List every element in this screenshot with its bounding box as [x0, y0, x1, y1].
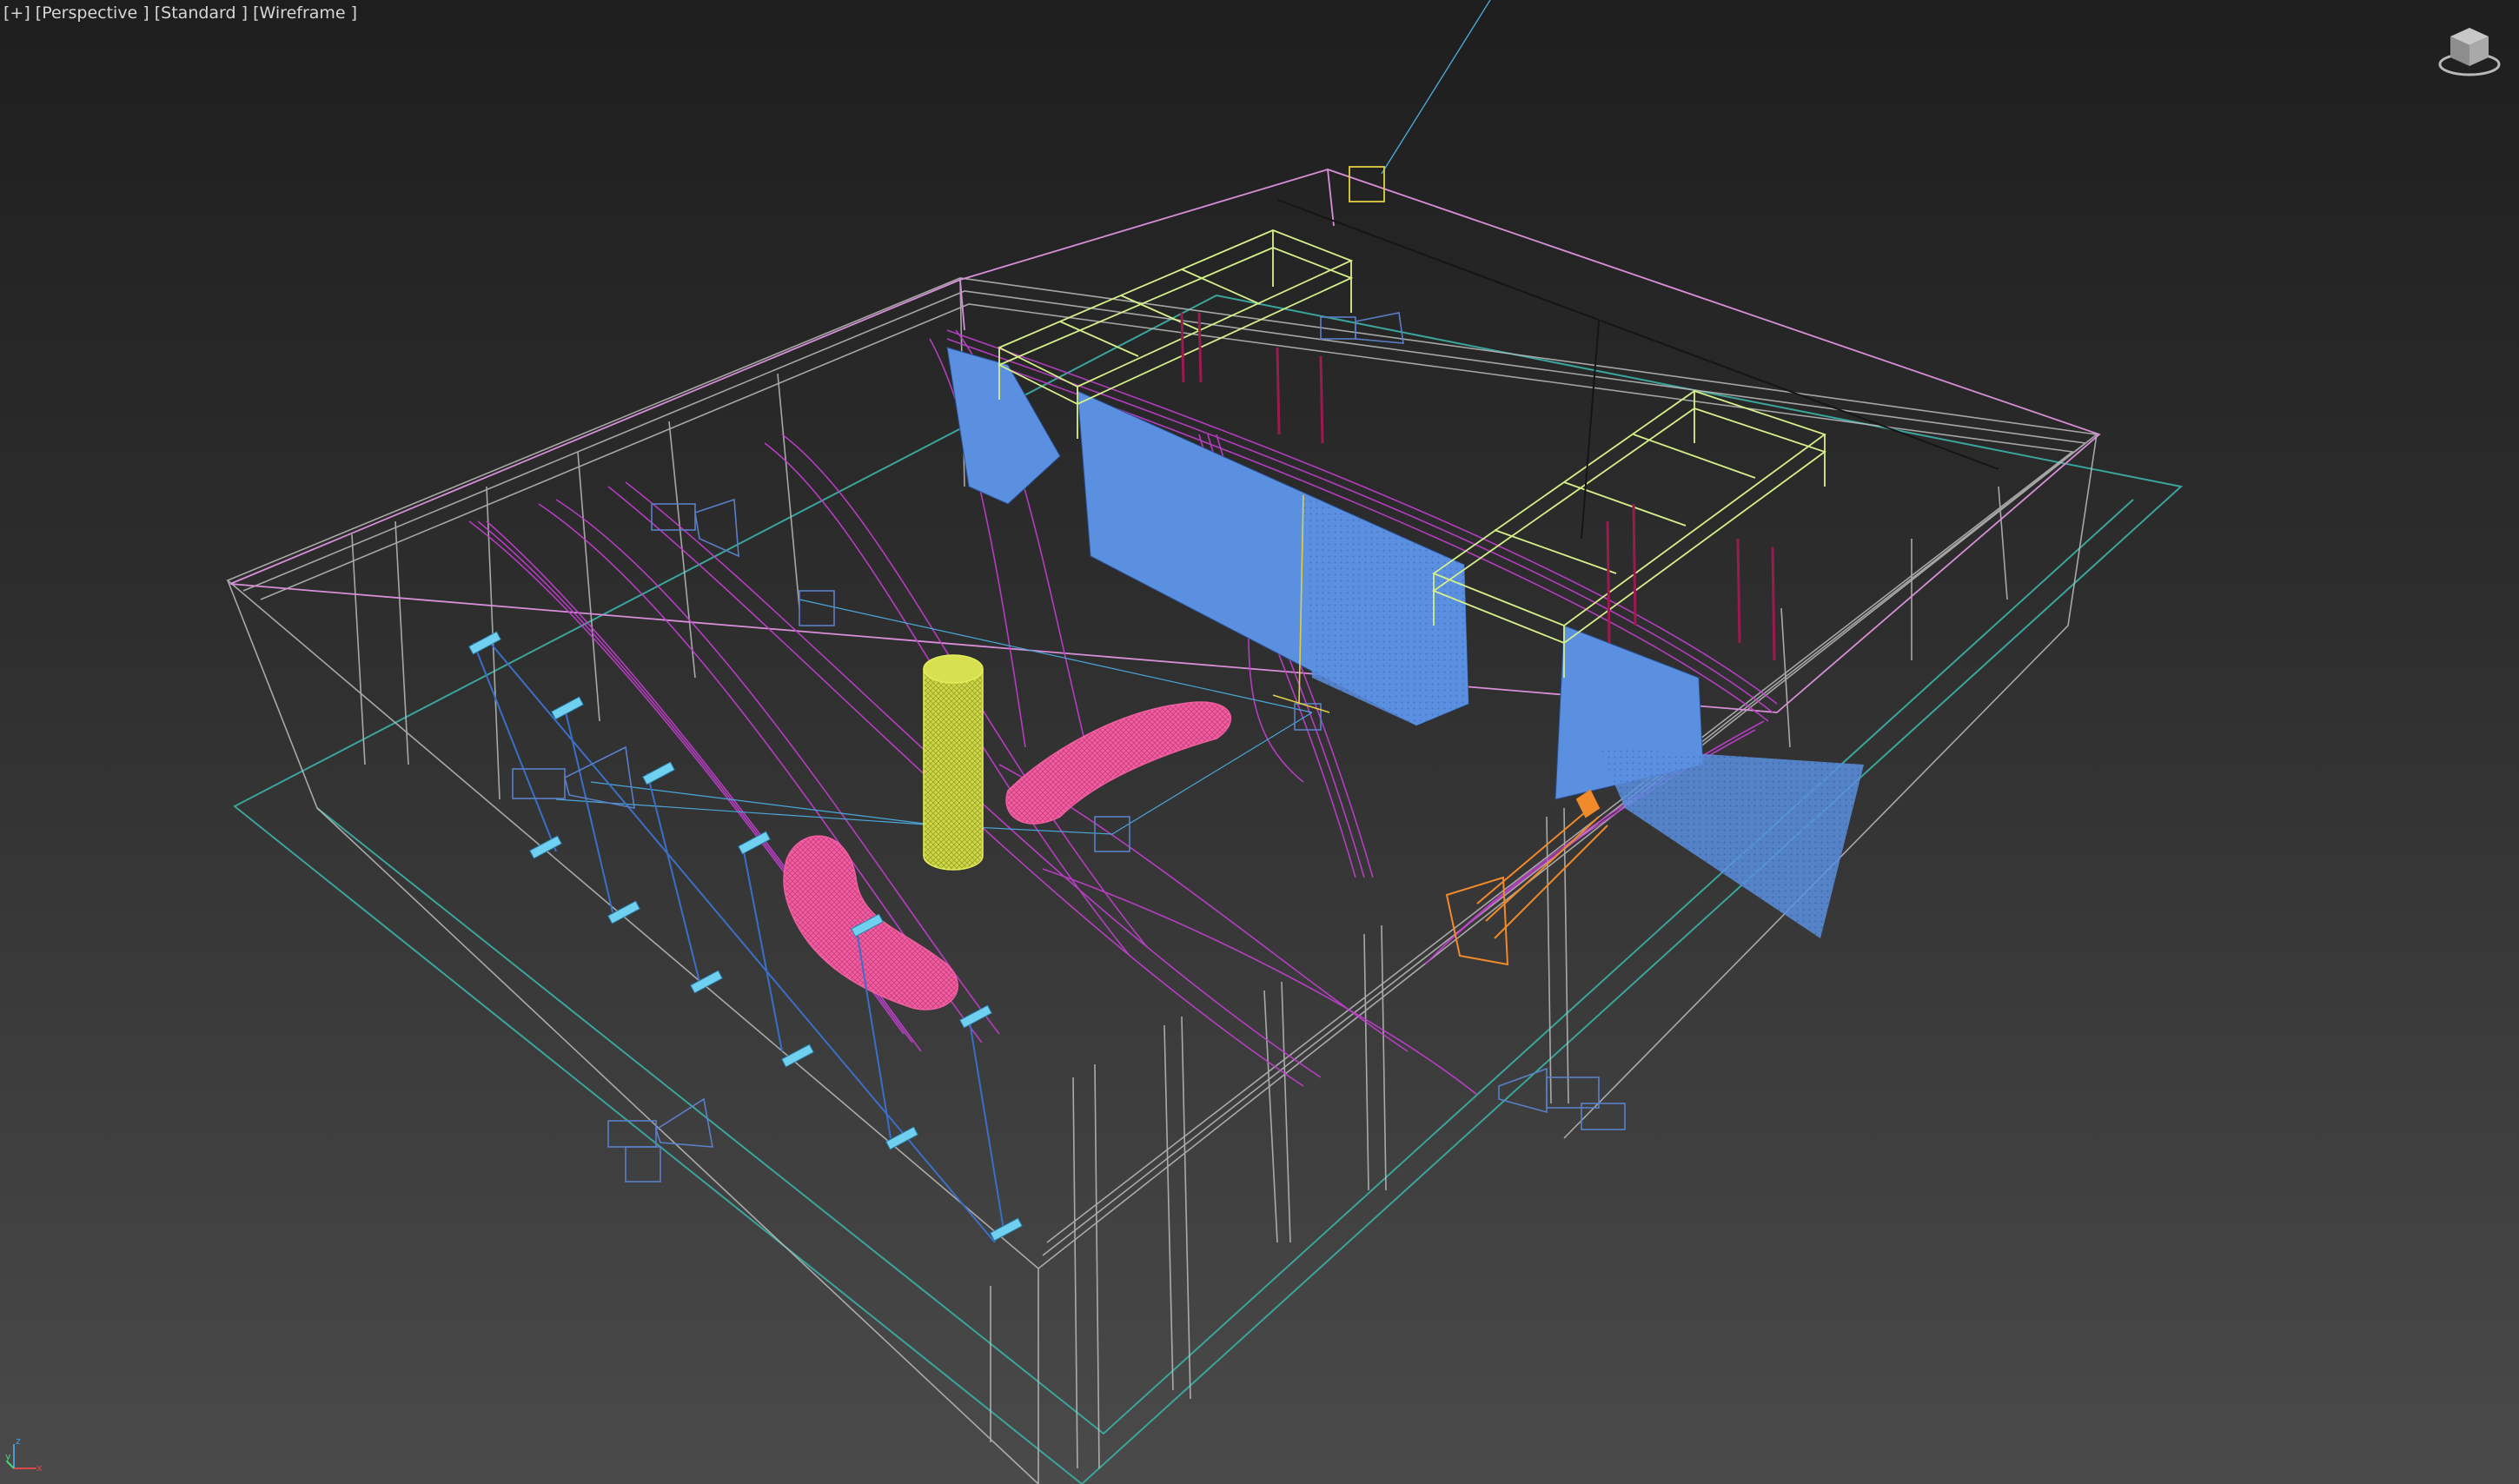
- viewport-shading-menu[interactable]: [Standard ]: [155, 3, 248, 23]
- light-target[interactable]: [1349, 0, 1491, 202]
- camera-right-lower[interactable]: [1498, 1067, 1626, 1130]
- viewport-label-menu: [+] [Perspective ] [Standard ] [Wirefram…: [3, 3, 357, 23]
- camera-left-upper[interactable]: [651, 498, 739, 558]
- wireframe-scene[interactable]: [0, 0, 2519, 1484]
- rig-lines: [1276, 199, 1999, 540]
- axis-x-label: x: [36, 1462, 43, 1474]
- axis-y-label: y: [5, 1451, 11, 1462]
- camera-top-right[interactable]: [1320, 312, 1404, 344]
- camera-left-lower[interactable]: [607, 1097, 713, 1183]
- yellow-cylinder[interactable]: [923, 654, 984, 871]
- dummy-box-1[interactable]: [799, 590, 835, 626]
- viewcube-icon[interactable]: [2435, 23, 2504, 83]
- camera-left-mid[interactable]: [512, 745, 635, 810]
- axis-z-label: z: [16, 1435, 21, 1447]
- viewport-general-menu[interactable]: [+]: [3, 3, 30, 23]
- axis-tripod-icon: z x y: [5, 1432, 49, 1475]
- viewport-display-mode-menu[interactable]: [Wireframe ]: [253, 3, 357, 23]
- panel-right-dotted-screen[interactable]: [1599, 747, 1864, 938]
- blue-panels[interactable]: [946, 347, 1864, 938]
- viewport-point-of-view-menu[interactable]: [Perspective ]: [36, 3, 149, 23]
- pink-blob-upper[interactable]: [1005, 701, 1232, 825]
- perspective-viewport[interactable]: [+] [Perspective ] [Standard ] [Wirefram…: [0, 0, 2519, 1484]
